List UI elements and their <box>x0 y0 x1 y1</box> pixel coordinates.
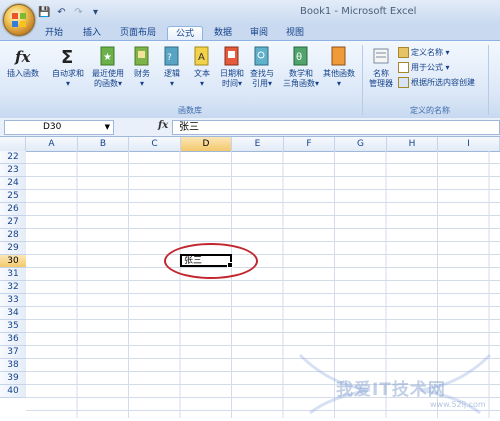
column-header[interactable]: B <box>78 137 129 151</box>
row-header[interactable]: 28 <box>0 229 26 242</box>
insert-function-fx-button[interactable]: fx <box>158 120 168 131</box>
row-header[interactable]: 23 <box>0 164 26 177</box>
tab-review[interactable]: 审阅 <box>246 26 272 40</box>
row-header[interactable]: 29 <box>0 242 26 255</box>
lookup-reference-button[interactable]: 查找与 引用▾ <box>247 45 277 89</box>
row-header[interactable]: 34 <box>0 307 26 320</box>
create-from-selection-button[interactable]: 根据所选内容创建 <box>398 77 475 89</box>
insert-function-button[interactable]: fx 插入函数 <box>6 45 40 79</box>
star-book-icon: ★ <box>100 46 115 66</box>
column-header[interactable]: G <box>335 137 387 151</box>
math-trig-button[interactable]: θ 数学和 三角函数▾ <box>279 45 323 89</box>
select-all-corner[interactable] <box>0 137 26 151</box>
text-button[interactable]: A 文本 ▾ <box>190 45 214 89</box>
date-time-button[interactable]: 日期和 时间▾ <box>217 45 247 89</box>
svg-text:★: ★ <box>103 52 112 63</box>
chevron-down-icon[interactable]: ▼ <box>105 121 110 134</box>
calendar-book-icon <box>224 46 239 66</box>
logical-book-icon: ? <box>164 46 179 66</box>
ribbon: fx 插入函数 Σ 自动求和 ▾ ★ 最近使用 的函数▾ 财务 ▾ ? 逻辑 ▾ A 文… <box>0 40 500 119</box>
column-header[interactable]: A <box>26 137 78 151</box>
ribbon-separator <box>362 45 363 115</box>
redo-icon[interactable]: ↷ <box>72 6 85 19</box>
svg-text:θ: θ <box>296 52 302 63</box>
row-header[interactable]: 33 <box>0 294 26 307</box>
tab-insert[interactable]: 插入 <box>78 26 106 40</box>
tab-view[interactable]: 视图 <box>282 26 308 40</box>
row-header[interactable]: 36 <box>0 333 26 346</box>
row-header[interactable]: 24 <box>0 177 26 190</box>
formula-buttons: fx <box>116 120 172 133</box>
column-header[interactable]: I <box>438 137 500 151</box>
undo-icon[interactable]: ↶ <box>55 6 68 19</box>
autosum-button[interactable]: Σ 自动求和 ▾ <box>50 45 86 89</box>
group-label-defined-names: 定义的名称 <box>410 106 450 115</box>
create-from-selection-icon <box>398 77 409 88</box>
title-bar: 💾 ↶ ↷ ▾ Book1 - Microsoft Excel <box>0 0 500 25</box>
row-header[interactable]: 25 <box>0 190 26 203</box>
define-name-button[interactable]: 定义名称 ▾ <box>398 47 450 59</box>
row-header[interactable]: 27 <box>0 216 26 229</box>
window-title: Book1 - Microsoft Excel <box>300 6 417 17</box>
quick-access-toolbar: 💾 ↶ ↷ ▾ <box>38 5 102 19</box>
tab-home[interactable]: 开始 <box>40 26 68 40</box>
lookup-book-icon <box>254 46 269 66</box>
column-headers: A B C D E F G H I <box>0 137 500 152</box>
row-header[interactable]: 40 <box>0 385 26 398</box>
formula-bar: D30 ▼ fx 张三 <box>0 118 500 137</box>
column-header[interactable]: C <box>129 137 181 151</box>
financial-button[interactable]: 财务 ▾ <box>130 45 154 89</box>
row-header[interactable]: 39 <box>0 372 26 385</box>
office-logo-icon <box>12 13 26 27</box>
tab-page-layout[interactable]: 页面布局 <box>116 26 160 40</box>
row-header[interactable]: 26 <box>0 203 26 216</box>
svg-text:?: ? <box>167 53 172 63</box>
more-functions-button[interactable]: 其他函数 ▾ <box>320 45 358 89</box>
financial-book-icon <box>134 46 149 66</box>
ribbon-tabs: 开始 插入 页面布局 公式 数据 审阅 视图 <box>0 24 500 41</box>
svg-text:Σ: Σ <box>61 47 73 67</box>
theta-book-icon: θ <box>293 46 308 66</box>
name-box[interactable]: D30 ▼ <box>4 120 114 135</box>
recently-used-button[interactable]: ★ 最近使用 的函数▾ <box>88 45 128 89</box>
row-header[interactable]: 37 <box>0 346 26 359</box>
tab-data[interactable]: 数据 <box>210 26 236 40</box>
group-label-function-library: 函数库 <box>178 106 202 115</box>
column-header[interactable]: F <box>284 137 335 151</box>
sigma-icon: Σ <box>61 47 73 67</box>
more-books-icon <box>331 46 346 66</box>
row-header[interactable]: 38 <box>0 359 26 372</box>
row-header[interactable]: 35 <box>0 320 26 333</box>
column-header[interactable]: E <box>232 137 284 151</box>
logical-button[interactable]: ? 逻辑 ▾ <box>160 45 184 89</box>
row-header[interactable]: 22 <box>0 151 26 164</box>
highlight-ellipse <box>164 243 258 279</box>
tab-formulas[interactable]: 公式 <box>167 26 203 41</box>
ribbon-separator <box>488 45 489 115</box>
fx-icon: fx <box>14 48 31 66</box>
formula-input[interactable]: 张三 <box>172 120 500 135</box>
define-name-icon <box>398 47 409 58</box>
svg-text:A: A <box>198 52 205 63</box>
fx-small-icon <box>398 62 409 73</box>
row-header-selected[interactable]: 30 <box>0 255 26 268</box>
use-in-formula-button[interactable]: 用于公式 ▾ <box>398 62 450 74</box>
column-header-selected[interactable]: D <box>181 137 232 151</box>
customize-qat-icon[interactable]: ▾ <box>89 6 102 19</box>
office-button[interactable] <box>3 4 35 36</box>
save-icon[interactable]: 💾 <box>38 6 51 19</box>
watermark-url: www.52ij.com <box>430 400 486 409</box>
name-manager-button[interactable]: 名称 管理器 <box>366 45 396 89</box>
svg-text:fx: fx <box>14 48 31 66</box>
watermark-text: 我爱IT技术网 <box>336 380 446 400</box>
text-book-icon: A <box>194 46 209 66</box>
row-header[interactable]: 32 <box>0 281 26 294</box>
row-header[interactable]: 31 <box>0 268 26 281</box>
name-manager-icon <box>373 48 389 64</box>
column-header[interactable]: H <box>387 137 438 151</box>
watermark: 我爱IT技术网 www.52ij.com <box>290 345 500 418</box>
